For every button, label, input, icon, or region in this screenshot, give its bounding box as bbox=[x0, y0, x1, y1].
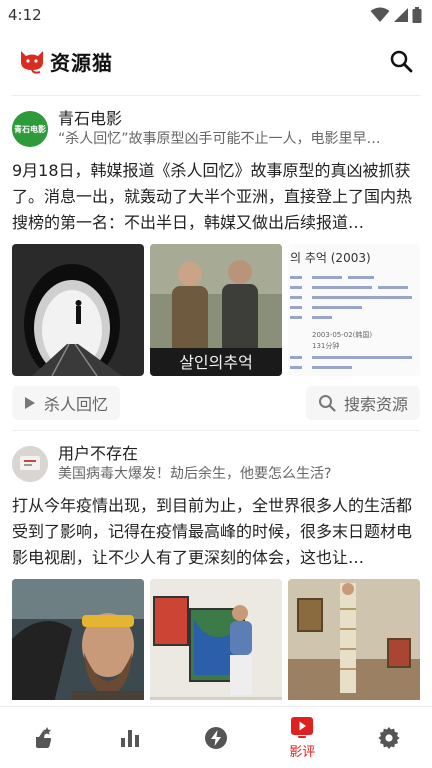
ladder-image bbox=[288, 579, 420, 700]
status-bar: 4:12 bbox=[0, 0, 432, 30]
play-triangle-icon bbox=[25, 397, 35, 409]
search-icon bbox=[318, 395, 336, 412]
poster-image: 살인의추억 bbox=[150, 244, 282, 376]
movie-info-thumbnail[interactable]: 의 추억 (2003) 2003-05-02(韩国) 131分钟 bbox=[288, 244, 420, 376]
poster-title-text: 살인의추억 bbox=[179, 353, 253, 372]
bar-chart-icon bbox=[120, 729, 139, 747]
card-summary[interactable]: 打从今年疫情出现，到目前为止，全世界很多人的生活都受到了影响，记得在疫情最高峰的… bbox=[12, 493, 420, 571]
tunnel-image bbox=[12, 244, 144, 376]
bottom-nav: 影评 bbox=[0, 706, 432, 768]
search-resource-label: 搜索资源 bbox=[343, 395, 408, 414]
review-feed[interactable]: 青石电影 青石电影 “杀人回忆”故事原型凶手可能不止一人，电影里早… 9月18日… bbox=[12, 95, 420, 700]
movie-poster-thumbnail[interactable]: 살인의추억 bbox=[150, 244, 282, 376]
avatar-image bbox=[12, 446, 48, 482]
nav-item-reviews[interactable]: 影评 bbox=[259, 707, 345, 768]
avatar-text: 青石电影 bbox=[14, 124, 46, 134]
info-date-text: 2003-05-02(韩国) bbox=[312, 330, 372, 339]
app-title: 资源猫 bbox=[50, 50, 113, 75]
signal-icon bbox=[394, 8, 408, 22]
movie-chip-label: 杀人回忆 bbox=[44, 395, 109, 414]
thumbnail-row: 살인의추억 의 추억 (2003) 2003-05-02(韩国) 131分钟 bbox=[12, 244, 420, 376]
search-icon bbox=[390, 50, 413, 73]
card-headline[interactable]: 美国病毒大爆发！劫后余生，他要怎么生活? bbox=[58, 464, 420, 484]
gear-icon bbox=[378, 726, 400, 749]
hand-star-icon bbox=[36, 726, 52, 748]
info-card-image: 의 추억 (2003) 2003-05-02(韩国) 131分钟 bbox=[288, 244, 420, 376]
play-icon bbox=[291, 717, 314, 738]
source-name[interactable]: 青石电影 bbox=[58, 109, 420, 129]
ladder-thumbnail[interactable] bbox=[288, 579, 420, 700]
info-title-text: 의 추억 (2003) bbox=[290, 251, 371, 265]
info-runtime-text: 131分钟 bbox=[312, 341, 339, 350]
card-header: 用户不存在 美国病毒大爆发！劫后余生，他要怎么生活? bbox=[12, 441, 420, 487]
search-button[interactable] bbox=[386, 46, 416, 76]
cat-logo-icon bbox=[21, 51, 43, 74]
feed-card[interactable]: 用户不存在 美国病毒大爆发！劫后余生，他要怎么生活? 打从今年疫情出现，到目前为… bbox=[12, 430, 420, 700]
search-resource-chip[interactable]: 搜索资源 bbox=[305, 386, 420, 420]
nav-item-hot[interactable] bbox=[173, 707, 259, 768]
source-name[interactable]: 用户不存在 bbox=[58, 444, 420, 464]
status-icons bbox=[370, 7, 422, 23]
thumbnail-row bbox=[12, 579, 420, 700]
card-summary[interactable]: 9月18日，韩媒报道《杀人回忆》故事原型的真凶被抓获了。消息一出，就轰动了大半个… bbox=[12, 158, 420, 236]
bearded-man-thumbnail[interactable] bbox=[12, 579, 144, 700]
card-header: 青石电影 青石电影 “杀人回忆”故事原型凶手可能不止一人，电影里早… bbox=[12, 106, 420, 152]
card-headline[interactable]: “杀人回忆”故事原型凶手可能不止一人，电影里早… bbox=[58, 129, 420, 149]
card-actions: 杀人回忆 搜索资源 bbox=[12, 386, 420, 420]
lightning-icon bbox=[205, 726, 228, 749]
gallery-thumbnail[interactable] bbox=[150, 579, 282, 700]
nav-label-reviews: 影评 bbox=[289, 745, 316, 760]
movie-chip[interactable]: 杀人回忆 bbox=[12, 386, 121, 420]
battery-icon bbox=[412, 7, 422, 23]
nav-item-favorites[interactable] bbox=[0, 707, 86, 768]
bearded-man-image bbox=[12, 579, 144, 700]
avatar[interactable]: 青石电影 bbox=[12, 111, 48, 147]
app-bar: 资源猫 bbox=[0, 30, 432, 92]
app-logo: 资源猫 bbox=[18, 47, 113, 76]
feed-card[interactable]: 青石电影 青石电影 “杀人回忆”故事原型凶手可能不止一人，电影里早… 9月18日… bbox=[12, 95, 420, 420]
status-time: 4:12 bbox=[8, 6, 42, 24]
tunnel-thumbnail[interactable] bbox=[12, 244, 144, 376]
wifi-icon bbox=[370, 7, 390, 22]
nav-item-ranking[interactable] bbox=[86, 707, 172, 768]
nav-item-settings[interactable] bbox=[346, 707, 432, 768]
avatar[interactable] bbox=[12, 446, 48, 482]
gallery-image bbox=[150, 579, 282, 700]
